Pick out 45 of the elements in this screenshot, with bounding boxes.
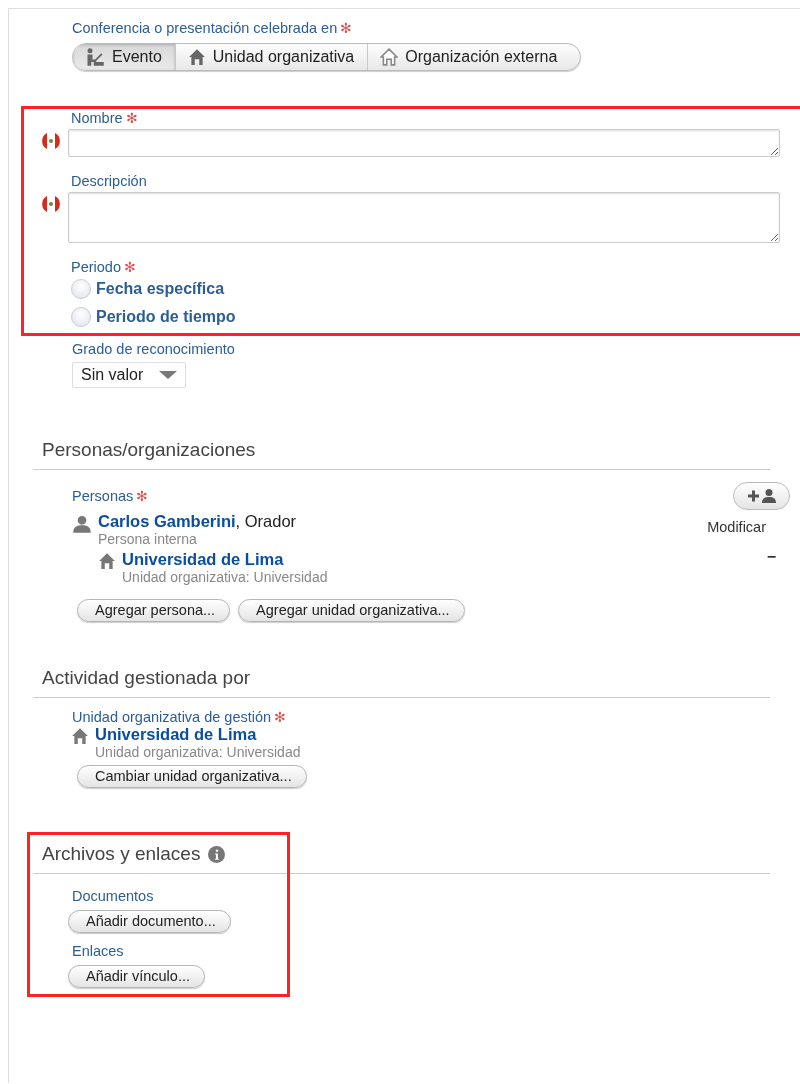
modify-link[interactable]: Modificar xyxy=(707,519,766,535)
person-link[interactable]: Carlos Gamberini xyxy=(98,512,236,530)
pill-button[interactable]: Añadir documento... xyxy=(68,910,231,933)
person-icon xyxy=(72,514,92,534)
pill-button[interactable]: Agregar persona... xyxy=(77,599,231,622)
flag-icon xyxy=(40,195,62,213)
field-label: Enlaces xyxy=(72,943,124,959)
field-label: Personas ✻ xyxy=(72,488,149,504)
radio-option[interactable]: Periodo de tiempo xyxy=(71,307,800,327)
field-label: Unidad organizativa de gestión ✻ xyxy=(72,709,287,725)
house-icon xyxy=(380,48,399,66)
unit-type: Unidad organizativa: Universidad xyxy=(122,569,328,585)
section-heading: Actividad gestionada por xyxy=(42,667,251,689)
text-area[interactable] xyxy=(68,129,780,157)
text-area[interactable] xyxy=(68,192,780,243)
segment-tab[interactable]: Evento xyxy=(73,44,176,70)
house-icon xyxy=(98,552,116,570)
field-label: Nombre ✻ xyxy=(71,110,138,126)
radio-option[interactable]: Fecha específica xyxy=(71,279,800,299)
unit-type: Unidad organizativa: Universidad xyxy=(95,744,301,760)
caret-icon xyxy=(159,371,178,379)
field-label: Periodo ✻ xyxy=(71,259,136,275)
field-label: Descripción xyxy=(71,173,147,189)
info-icon xyxy=(208,845,226,863)
remove-link[interactable]: − xyxy=(766,548,776,566)
field-label: Documentos xyxy=(72,888,154,904)
dropdown[interactable]: Sin valor xyxy=(72,362,187,388)
pill-button[interactable]: Cambiar unidad organizativa... xyxy=(77,765,307,788)
field-label: Grado de reconocimiento xyxy=(72,341,235,357)
pill-button[interactable]: Agregar unidad organizativa... xyxy=(238,599,465,622)
field-label: Conferencia o presentación celebrada en ✻ xyxy=(72,20,353,36)
section-heading: Archivos y enlaces xyxy=(42,843,201,865)
unit-link[interactable]: Universidad de Lima xyxy=(122,550,284,568)
person-role: , Orador xyxy=(235,512,297,530)
add-person-button[interactable] xyxy=(733,482,790,510)
house-icon xyxy=(187,48,206,66)
pill-button[interactable]: Añadir vínculo... xyxy=(68,965,205,988)
person-type: Persona interna xyxy=(98,531,197,547)
segment-tab[interactable]: Organización externa xyxy=(368,44,581,70)
house-icon xyxy=(71,727,89,745)
segment-tab[interactable]: Unidad organizativa xyxy=(175,44,369,70)
unit-link[interactable]: Universidad de Lima xyxy=(95,725,257,743)
section-heading: Personas/organizaciones xyxy=(42,439,256,461)
presenter-icon xyxy=(85,47,105,67)
flag-icon xyxy=(40,132,62,150)
